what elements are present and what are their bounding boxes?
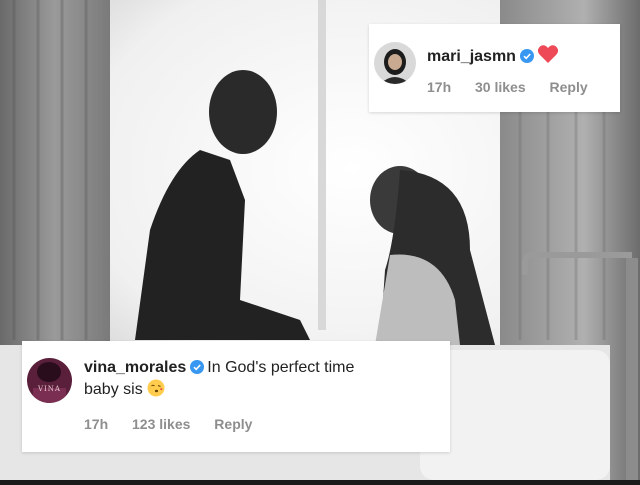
comment-text-line2: baby sis: [84, 381, 143, 398]
verified-badge-icon: [519, 49, 534, 69]
comment-line: mari_jasmn: [427, 44, 559, 69]
avatar-vina[interactable]: VINA: [27, 358, 72, 403]
comment-likes[interactable]: 30 likes: [475, 79, 526, 95]
comment-line-2: baby sis: [84, 379, 165, 400]
comment-meta: 17h 30 likes Reply: [427, 79, 588, 95]
verified-badge-icon: [190, 360, 205, 380]
avatar-mari[interactable]: [374, 42, 416, 84]
reply-button[interactable]: Reply: [214, 416, 252, 432]
red-heart-icon: [537, 45, 559, 65]
kiss-face-icon: [147, 379, 165, 398]
comment-card-mari: mari_jasmn 17h 30 likes Reply: [369, 24, 620, 112]
comment-text-line1: In God's perfect time: [207, 359, 355, 376]
comment-card-vina: VINA vina_morales In God's perfect time b…: [22, 341, 450, 452]
avatar-vina-text: VINA: [37, 385, 61, 393]
comment-time: 17h: [427, 79, 452, 95]
username[interactable]: mari_jasmn: [427, 48, 516, 65]
comment-likes[interactable]: 123 likes: [132, 416, 190, 432]
username[interactable]: vina_morales: [84, 359, 186, 376]
comment-time: 17h: [84, 416, 109, 432]
comment-line: vina_morales In God's perfect time: [84, 358, 354, 380]
reply-button[interactable]: Reply: [550, 79, 588, 95]
comment-meta: 17h 123 likes Reply: [84, 416, 252, 432]
